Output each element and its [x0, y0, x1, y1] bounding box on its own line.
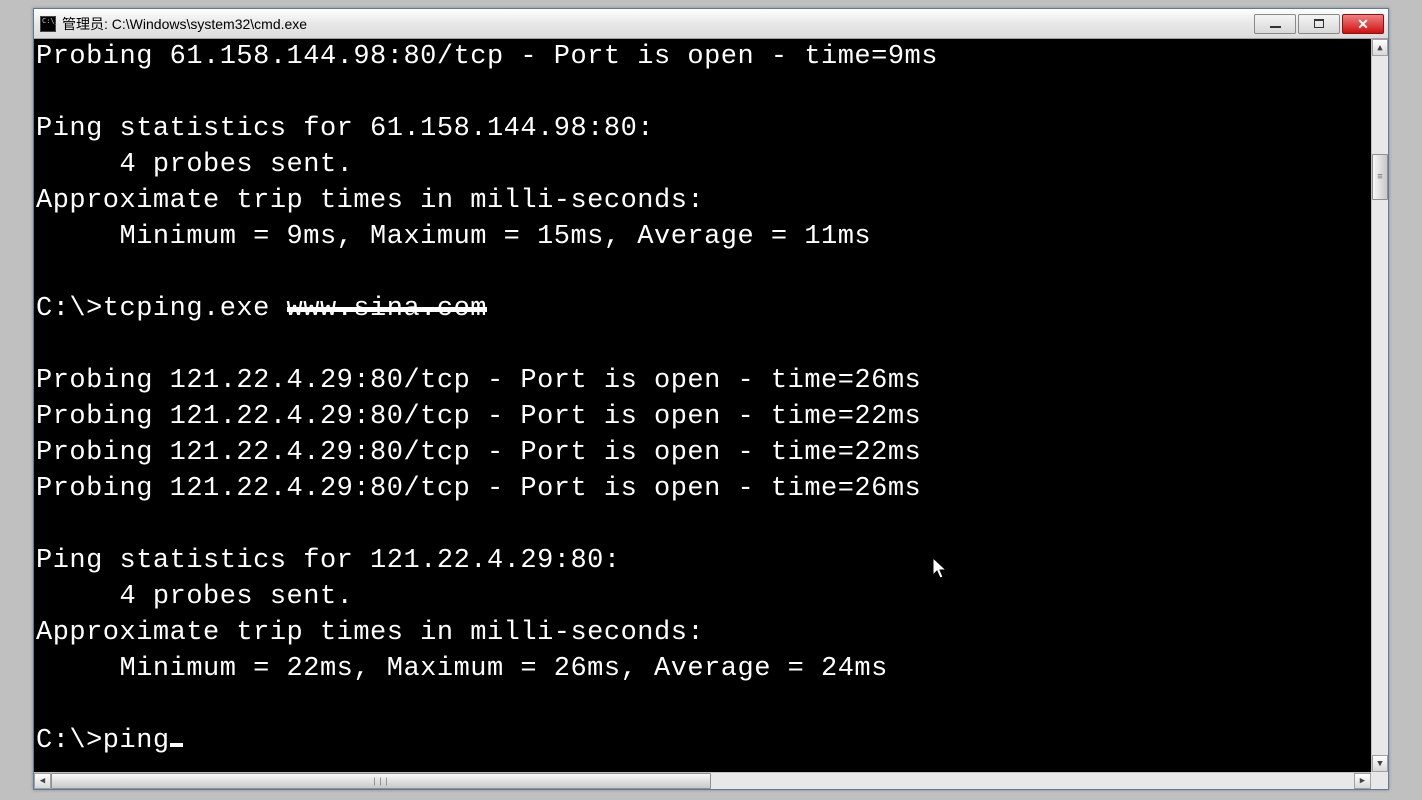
command-line: C:\>tcping.exe www.sina.com: [36, 291, 1371, 327]
scroll-corner: [1371, 772, 1388, 789]
output-line: Probing 61.158.144.98:80/tcp - Port is o…: [36, 39, 1371, 75]
output-line: [36, 75, 1371, 111]
maximize-icon: [1314, 19, 1324, 28]
scroll-right-button[interactable]: ▶: [1354, 773, 1371, 789]
titlebar[interactable]: 管理员: C:\Windows\system32\cmd.exe ✕: [34, 9, 1388, 39]
output-line: Probing 121.22.4.29:80/tcp - Port is ope…: [36, 435, 1371, 471]
scroll-down-button[interactable]: ▼: [1372, 755, 1388, 772]
output-line: Probing 121.22.4.29:80/tcp - Port is ope…: [36, 471, 1371, 507]
redacted-arg: www.sina.com: [287, 291, 487, 327]
output-line: [36, 687, 1371, 723]
scroll-up-button[interactable]: ▲: [1372, 39, 1388, 56]
output-line: Probing 121.22.4.29:80/tcp - Port is ope…: [36, 363, 1371, 399]
close-icon: ✕: [1357, 17, 1369, 31]
output-line: Minimum = 9ms, Maximum = 15ms, Average =…: [36, 219, 1371, 255]
hscroll-track[interactable]: [51, 773, 1354, 789]
window-title: 管理员: C:\Windows\system32\cmd.exe: [62, 14, 1254, 34]
current-prompt: C:\>ping: [36, 723, 1371, 759]
close-button[interactable]: ✕: [1342, 14, 1384, 34]
output-line: [36, 507, 1371, 543]
hscroll-thumb[interactable]: [51, 773, 711, 789]
bottom-scroll-row: ◀ ▶: [34, 772, 1388, 789]
output-line: Ping statistics for 121.22.4.29:80:: [36, 543, 1371, 579]
horizontal-scrollbar[interactable]: ◀ ▶: [34, 772, 1371, 789]
terminal-content[interactable]: Probing 61.158.144.98:80/tcp - Port is o…: [34, 39, 1371, 772]
output-line: 4 probes sent.: [36, 147, 1371, 183]
prompt-text: C:\>ping: [36, 726, 170, 756]
scroll-left-button[interactable]: ◀: [34, 773, 51, 789]
vertical-scrollbar[interactable]: ▲ ▼: [1371, 39, 1388, 772]
cmd-window: 管理员: C:\Windows\system32\cmd.exe ✕ Probi…: [33, 8, 1389, 790]
output-line: Probing 121.22.4.29:80/tcp - Port is ope…: [36, 399, 1371, 435]
output-line: [36, 327, 1371, 363]
vscroll-thumb[interactable]: [1372, 154, 1388, 200]
maximize-button[interactable]: [1298, 14, 1340, 34]
output-line: Approximate trip times in milli-seconds:: [36, 183, 1371, 219]
prompt-text: C:\>tcping.exe: [36, 294, 287, 324]
output-line: [36, 255, 1371, 291]
output-line: Ping statistics for 61.158.144.98:80:: [36, 111, 1371, 147]
minimize-icon: [1270, 26, 1281, 28]
output-line: Approximate trip times in milli-seconds:: [36, 615, 1371, 651]
cmd-icon: [40, 16, 56, 32]
terminal-body: Probing 61.158.144.98:80/tcp - Port is o…: [34, 39, 1388, 772]
output-line: 4 probes sent.: [36, 579, 1371, 615]
cursor: [170, 743, 183, 747]
window-controls: ✕: [1254, 14, 1384, 34]
output-line: Minimum = 22ms, Maximum = 26ms, Average …: [36, 651, 1371, 687]
vscroll-track[interactable]: [1372, 56, 1388, 755]
minimize-button[interactable]: [1254, 14, 1296, 34]
